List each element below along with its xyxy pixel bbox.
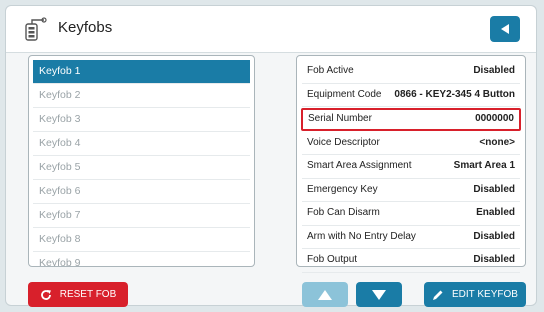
- detail-label: Fob Output: [307, 254, 358, 265]
- detail-label: Fob Can Disarm: [307, 207, 380, 218]
- detail-label: Arm with No Entry Delay: [307, 230, 416, 242]
- keyfob-list-item[interactable]: Keyfob 3: [33, 108, 250, 132]
- keyfob-list-item[interactable]: Keyfob 8: [33, 228, 250, 252]
- detail-row: Fob Output Disabled: [302, 249, 520, 273]
- keyfob-list-item[interactable]: Keyfob 4: [33, 132, 250, 156]
- detail-label: Emergency Key: [307, 183, 378, 195]
- detail-label: Serial Number: [308, 113, 372, 124]
- detail-value: Disabled: [473, 65, 515, 76]
- keyfob-details: Fob Active Disabled Equipment Code 0866 - K…: [296, 55, 526, 273]
- detail-row: Smart Area Assignment Smart Area 1: [302, 155, 520, 179]
- detail-value: Disabled: [473, 230, 515, 242]
- detail-label: Voice Descriptor: [307, 136, 380, 148]
- pencil-icon: [433, 290, 443, 300]
- detail-row: Fob Active Disabled: [302, 60, 520, 84]
- keyfob-list-item[interactable]: Keyfob 6: [33, 180, 250, 204]
- keyfob-icon: [22, 16, 48, 42]
- detail-row: Emergency Key Disabled: [302, 179, 520, 202]
- detail-row: Fob Can Disarm Enabled: [302, 202, 520, 226]
- detail-value: 0866 - KEY2-345 4 Button: [394, 88, 515, 100]
- move-up-button[interactable]: [302, 282, 348, 307]
- detail-label: Fob Active: [307, 65, 354, 76]
- page-title: Keyfobs: [58, 19, 113, 36]
- back-arrow-icon: [501, 24, 509, 34]
- detail-value: Smart Area 1: [453, 160, 515, 171]
- reset-fob-button[interactable]: RESET FOB: [28, 282, 128, 307]
- detail-value: 0000000: [475, 113, 514, 124]
- reset-fob-label: RESET FOB: [59, 289, 117, 300]
- keyfob-list-item[interactable]: Keyfob 9: [33, 252, 250, 266]
- detail-value: <none>: [479, 136, 515, 148]
- header: Keyfobs: [6, 6, 536, 53]
- detail-value: Disabled: [473, 254, 515, 265]
- reset-icon: [40, 289, 51, 300]
- detail-value: Disabled: [473, 183, 515, 195]
- detail-row: Arm with No Entry Delay Disabled: [302, 226, 520, 249]
- detail-row: Equipment Code 0866 - KEY2-345 4 Button: [302, 84, 520, 107]
- arrow-down-icon: [372, 289, 386, 300]
- keyfob-list-item[interactable]: Keyfob 7: [33, 204, 250, 228]
- detail-row: Voice Descriptor <none>: [302, 132, 520, 155]
- detail-label: Equipment Code: [307, 88, 382, 100]
- detail-label: Smart Area Assignment: [307, 160, 412, 171]
- move-down-button[interactable]: [356, 282, 402, 307]
- edit-keyfob-label: EDIT KEYFOB: [452, 289, 518, 300]
- detail-value: Enabled: [476, 207, 515, 218]
- keyfob-list[interactable]: Keyfob 1 Keyfob 2 Keyfob 3 Keyfob 4 Keyfob 5…: [28, 55, 255, 267]
- edit-keyfob-button[interactable]: EDIT KEYFOB: [424, 282, 526, 307]
- keyfob-list-item[interactable]: Keyfob 5: [33, 156, 250, 180]
- detail-row: Serial Number 0000000: [301, 108, 521, 131]
- keyfob-list-item[interactable]: Keyfob 1: [33, 60, 250, 84]
- arrow-up-icon: [318, 289, 332, 300]
- back-button[interactable]: [490, 16, 520, 42]
- keyfob-list-item[interactable]: Keyfob 2: [33, 84, 250, 108]
